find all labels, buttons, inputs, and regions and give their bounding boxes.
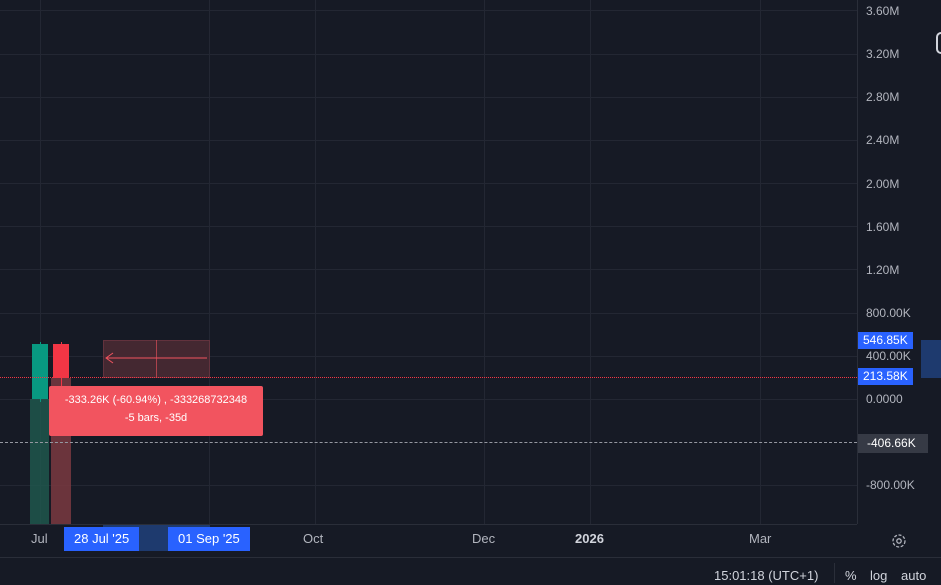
- crosshair-vertical: [156, 340, 157, 378]
- price-badge-current: 213.58K: [858, 368, 913, 385]
- clock-time[interactable]: 15:01:18 (UTC+1): [714, 568, 818, 583]
- price-label: 800.00K: [866, 306, 911, 320]
- price-label: 400.00K: [866, 349, 911, 363]
- measure-tooltip: -333.26K (-60.94%) , -333268732348 -5 ba…: [49, 386, 263, 436]
- auto-scale-button[interactable]: auto: [901, 568, 926, 583]
- measure-range-shade: [30, 399, 49, 524]
- grid-line: [0, 226, 857, 227]
- grid-line: [0, 140, 857, 141]
- crosshair-horizontal: [0, 442, 857, 443]
- status-divider: [834, 563, 835, 583]
- time-label: Jul: [31, 531, 48, 546]
- price-label: 2.80M: [866, 90, 900, 104]
- grid-line: [209, 0, 210, 524]
- price-label: -800.00K: [866, 478, 915, 492]
- percent-scale-button[interactable]: %: [845, 568, 857, 583]
- price-badge-high: 546.85K: [858, 332, 913, 349]
- price-label: 0.0000: [866, 392, 903, 406]
- grid-line: [590, 0, 591, 524]
- grid-line: [0, 313, 857, 314]
- grid-line: [315, 0, 316, 524]
- log-scale-button[interactable]: log: [870, 568, 887, 583]
- time-label: Mar: [749, 531, 772, 546]
- price-label: 1.20M: [866, 263, 900, 277]
- price-label: 2.40M: [866, 133, 900, 147]
- candle-wick: [40, 342, 41, 402]
- measure-tooltip-bars: -5 bars, -35d: [124, 412, 188, 424]
- grid-line: [0, 269, 857, 270]
- price-label: 1.60M: [866, 220, 900, 234]
- grid-line: [0, 10, 857, 11]
- gear-icon[interactable]: [890, 532, 908, 550]
- grid-line: [0, 54, 857, 55]
- time-label: 2026: [575, 531, 604, 546]
- current-price-line: [0, 377, 857, 378]
- price-label: 2.00M: [866, 177, 900, 191]
- time-label: Oct: [303, 531, 324, 546]
- chart-pane[interactable]: -333.26K (-60.94%) , -333268732348 -5 ba…: [0, 0, 857, 524]
- price-label: 3.60M: [866, 4, 900, 18]
- grid-line: [760, 0, 761, 524]
- time-badge-start: 28 Jul '25: [64, 527, 140, 551]
- grid-line: [0, 485, 857, 486]
- edge-marker: [936, 32, 941, 54]
- time-label: Dec: [472, 531, 496, 546]
- price-badge-crosshair: -406.66K: [858, 434, 928, 453]
- grid-line: [484, 0, 485, 524]
- price-range-highlight: [921, 340, 941, 378]
- grid-line: [0, 97, 857, 98]
- time-badge-end: 01 Sep '25: [168, 527, 250, 551]
- price-label: 3.20M: [866, 47, 900, 61]
- measure-tooltip-change: -333.26K (-60.94%) , -333268732348: [64, 394, 248, 406]
- candle-wick: [61, 342, 62, 386]
- grid-line: [0, 183, 857, 184]
